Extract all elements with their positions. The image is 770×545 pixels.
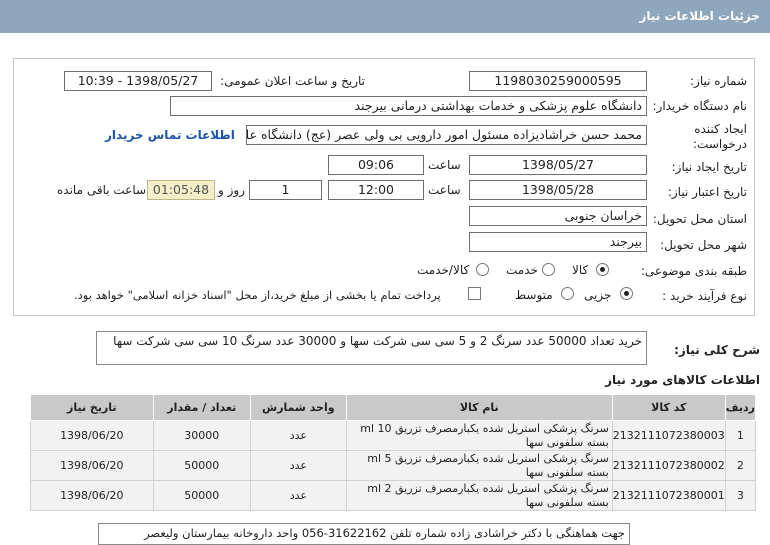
table-row: 1 2132111072380003 سرنگ پزشکی استریل شده…: [30, 420, 757, 451]
validity-time-label: ساعت: [428, 183, 461, 197]
cell-date: 1398/06/20: [30, 420, 154, 451]
process-minor-radio[interactable]: [620, 287, 633, 300]
cell-qty: 30000: [152, 420, 251, 451]
description-label: شرح کلی نیاز:: [674, 343, 760, 357]
cell-unit: عدد: [249, 450, 347, 481]
process-medium-radio[interactable]: [561, 287, 574, 300]
category-service-label: خدمت: [506, 263, 538, 277]
created-date-field: 1398/05/27: [469, 155, 647, 175]
treasury-payment-checkbox[interactable]: [468, 287, 481, 300]
process-medium-label: متوسط: [515, 288, 553, 302]
created-time-label: ساعت: [428, 158, 461, 172]
page-title: جزئیات اطلاعات نیاز: [639, 9, 760, 23]
creator-label: ایجاد کننده درخواست:: [693, 122, 747, 151]
goods-table-header: ردیف کد کالا نام کالا واحد شمارش تعداد /…: [30, 394, 757, 421]
cell-qty: 50000: [152, 450, 251, 481]
cell-row: 3: [724, 480, 757, 511]
col-name: نام کالا: [345, 394, 613, 421]
buyer-field: دانشگاه علوم پزشکی و خدمات بهداشتی درمان…: [170, 96, 647, 116]
cell-row: 2: [724, 450, 757, 481]
category-service-radio[interactable]: [542, 263, 555, 276]
days-label: روز و: [218, 183, 245, 197]
table-row: 3 2132111072380001 سرنگ پزشکی استریل شده…: [30, 480, 757, 511]
cell-name: سرنگ پزشکی استریل شده یکبارمصرف تزریق 2 …: [345, 480, 613, 511]
validity-date-field: 1398/05/28: [469, 180, 647, 200]
category-goods-radio[interactable]: [596, 263, 609, 276]
cell-code: 2132111072380003: [611, 420, 726, 451]
city-label: شهر محل تحویل:: [660, 238, 747, 252]
description-field: خرید تعداد 50000 عدد سرنگ 2 و 5 سی سی شر…: [96, 331, 647, 365]
created-date-label: تاریخ ایجاد نیاز:: [671, 160, 747, 174]
cell-unit: عدد: [249, 480, 347, 511]
goods-section-title: اطلاعات کالاهای مورد نیاز: [605, 373, 760, 387]
buyer-label: نام دستگاه خریدار:: [652, 99, 748, 113]
treasury-payment-note: پرداخت تمام یا بخشی از مبلغ خرید،از محل …: [74, 288, 441, 302]
cell-date: 1398/06/20: [30, 480, 154, 511]
cell-name: سرنگ پزشکی استریل شده یکبارمصرف تزریق 10…: [345, 420, 613, 451]
title-bar: جزئیات اطلاعات نیاز: [0, 0, 770, 33]
buyer-contact-link[interactable]: اطلاعات تماس خریدار: [105, 128, 235, 142]
buyer-notes-field: جهت هماهنگی با دکتر خراشادی زاده شماره ت…: [98, 523, 630, 545]
cell-code: 2132111072380002: [611, 450, 726, 481]
cell-date: 1398/06/20: [30, 450, 154, 481]
cell-qty: 50000: [152, 480, 251, 511]
process-label: نوع فرآیند خرید :: [662, 289, 747, 303]
category-goods-service-radio[interactable]: [476, 263, 489, 276]
validity-date-label: تاریخ اعتبار نیاز:: [667, 185, 747, 199]
city-field: بیرجند: [469, 232, 647, 252]
announce-date-field: 1398/05/27 - 10:39: [64, 71, 212, 91]
process-minor-label: جزیی: [584, 288, 612, 302]
remaining-time-badge: 01:05:48: [147, 180, 215, 200]
announce-date-label: تاریخ و ساعت اعلان عمومی:: [220, 74, 365, 88]
category-label: طبقه بندی موضوعی:: [640, 264, 747, 278]
goods-table: ردیف کد کالا نام کالا واحد شمارش تعداد /…: [30, 394, 757, 511]
category-goods-service-label: کالا/خدمت: [417, 263, 470, 277]
need-number-field: 1198030259000595: [469, 71, 647, 91]
remaining-label: ساعت باقی مانده: [57, 183, 147, 197]
col-date: تاریخ نیاز: [30, 394, 154, 421]
validity-time-field: 12:00: [328, 180, 424, 200]
cell-name: سرنگ پزشکی استریل شده یکبارمصرف تزریق 5 …: [345, 450, 613, 481]
table-row: 2 2132111072380002 سرنگ پزشکی استریل شده…: [30, 450, 757, 481]
created-time-field: 09:06: [328, 155, 424, 175]
col-row: ردیف: [724, 394, 757, 421]
col-unit: واحد شمارش: [249, 394, 347, 421]
province-field: خراسان جنوبی: [469, 206, 647, 226]
need-number-label: شماره نیاز:: [690, 74, 747, 88]
col-code: کد کالا: [611, 394, 726, 421]
cell-unit: عدد: [249, 420, 347, 451]
cell-row: 1: [724, 420, 757, 451]
category-goods-label: کالا: [572, 263, 589, 277]
province-label: استان محل تحویل:: [652, 212, 747, 226]
creator-field: محمد حسن خراشادیزاده مسئول امور دارویی ب…: [246, 125, 647, 145]
cell-code: 2132111072380001: [611, 480, 726, 511]
remaining-days-field: 1: [249, 180, 322, 200]
col-qty: تعداد / مقدار: [152, 394, 251, 421]
